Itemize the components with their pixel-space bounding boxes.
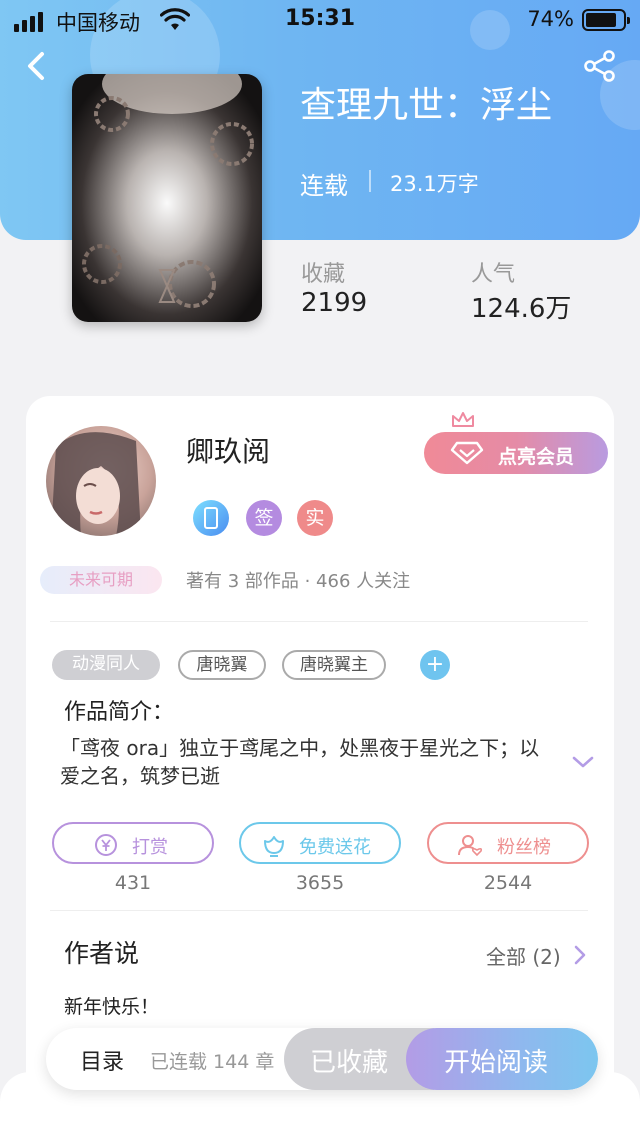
- phone-verified-badge: [193, 500, 229, 536]
- divider: [50, 910, 588, 911]
- book-title: 查理九世：浮尘: [300, 85, 553, 126]
- view-all-link[interactable]: 全部 (2): [486, 941, 561, 970]
- author-name[interactable]: 卿玖阅: [186, 430, 270, 470]
- fan-user-icon: [458, 835, 483, 857]
- yen-coin-icon: [95, 834, 117, 856]
- tip-count: 431: [114, 872, 152, 894]
- fan-ranking-label: 粉丝榜: [497, 837, 551, 858]
- vip-button-label: 点亮会员: [498, 446, 575, 468]
- favorited-label: 已收藏: [310, 1048, 389, 1078]
- intro-heading: 作品简介：: [64, 700, 175, 725]
- activate-vip-button[interactable]: 点亮会员: [424, 432, 608, 474]
- fan-count: 2544: [483, 872, 533, 894]
- bottom-action-bar: 目录 已连载 144 章 已收藏 开始阅读: [46, 1028, 598, 1090]
- popularity-label: 人气: [471, 262, 516, 287]
- intro-text: 「鸢夜 ora」独立于鸢尾之中，处黑夜于星光之下；以爱之名，筑梦已逝: [60, 736, 540, 788]
- fan-ranking-button[interactable]: 粉丝榜: [427, 822, 589, 864]
- status-bar: 中国移动 15:31 74%: [0, 0, 640, 40]
- share-icon[interactable]: [582, 48, 618, 84]
- real-name-badge: 实: [297, 500, 333, 536]
- serial-status: 连载: [300, 172, 348, 200]
- word-count: 23.1万字: [390, 172, 479, 196]
- send-flower-label: 免费送花: [299, 837, 371, 858]
- tip-label: 打赏: [132, 837, 168, 858]
- author-says-heading: 作者说: [64, 939, 140, 968]
- crown-icon: [452, 412, 474, 427]
- divider: [50, 621, 588, 622]
- chapter-count[interactable]: 已连载 144 章: [150, 1047, 274, 1074]
- add-tag-button[interactable]: +: [420, 650, 450, 680]
- chevron-right-icon[interactable]: [572, 944, 588, 966]
- signed-author-badge: 签: [246, 500, 282, 536]
- battery-icon: [582, 9, 630, 31]
- author-works-info: 著有 3 部作品 · 466 人关注: [186, 571, 411, 592]
- author-message: 新年快乐！: [64, 996, 160, 1018]
- author-title-tag: 未来可期: [40, 566, 162, 594]
- start-reading-label: 开始阅读: [444, 1048, 549, 1078]
- tip-button[interactable]: 打赏: [52, 822, 214, 864]
- favorites-count: 2199: [301, 288, 368, 318]
- author-avatar[interactable]: [46, 426, 156, 536]
- back-arrow-icon[interactable]: [20, 48, 56, 84]
- tag-item[interactable]: 唐晓翼主: [282, 650, 386, 680]
- diamond-icon: [450, 441, 484, 465]
- start-reading-button[interactable]: 开始阅读: [406, 1028, 598, 1090]
- battery-percentage: 74%: [527, 7, 574, 31]
- phone-icon: [204, 507, 218, 529]
- serial-divider: [369, 170, 371, 192]
- chevron-down-icon[interactable]: [571, 754, 595, 770]
- table-of-contents-button[interactable]: 目录: [80, 1044, 124, 1076]
- popularity-count: 124.6万: [471, 294, 572, 324]
- flower-icon: [264, 836, 284, 857]
- book-cover-image[interactable]: [72, 74, 262, 322]
- tag-item[interactable]: 唐晓翼: [178, 650, 266, 680]
- favorites-label: 收藏: [301, 262, 346, 287]
- send-flower-button[interactable]: 免费送花: [239, 822, 401, 864]
- tag-category[interactable]: 动漫同人: [52, 650, 160, 680]
- flower-count: 3655: [295, 872, 345, 894]
